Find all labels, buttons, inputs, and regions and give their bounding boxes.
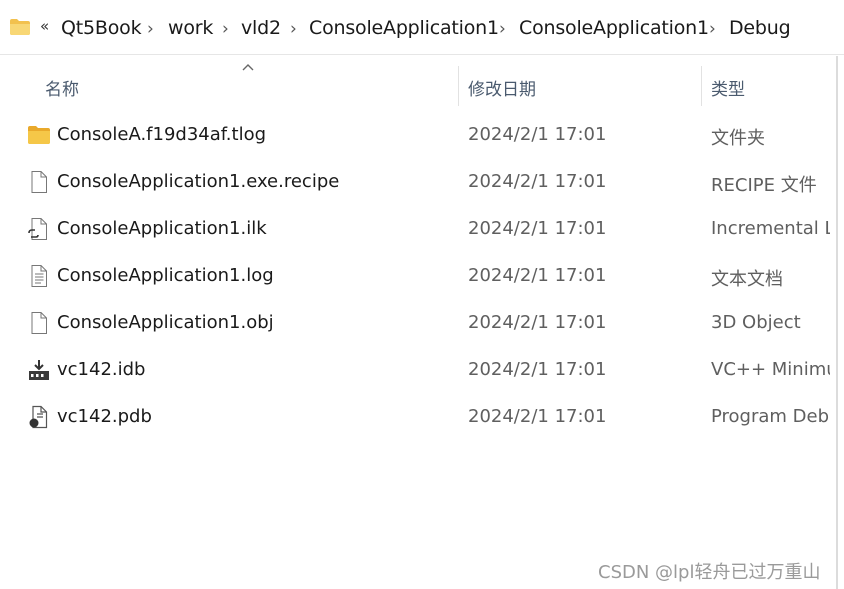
file-type: VC++ Minimum Rebuild Dependency File (711, 359, 830, 380)
breadcrumb-separator[interactable]: › (147, 19, 154, 39)
blank-file-icon (31, 171, 47, 193)
file-name: ConsoleApplication1.obj (57, 312, 274, 333)
file-type: 文本文档 (711, 269, 783, 290)
column-header-type[interactable]: 类型 (711, 75, 745, 100)
file-row[interactable]: ConsoleApplication1.exe.recipe 2024/2/1 … (0, 160, 844, 207)
file-date-modified: 2024/2/1 17:01 (468, 265, 607, 286)
breadcrumb-item-qt5book[interactable]: Qt5Book (61, 17, 142, 39)
text-document-icon (31, 265, 47, 287)
breadcrumb-item-consoleapplication1[interactable]: ConsoleApplication1 (309, 17, 499, 39)
file-type: Program Debug Database (711, 406, 830, 427)
file-name: ConsoleApplication1.exe.recipe (57, 171, 340, 192)
address-bar[interactable]: « Qt5Book › work › vld2 › ConsoleApplica… (0, 0, 844, 55)
file-date-modified: 2024/2/1 17:01 (468, 312, 607, 333)
column-header-row: 名称 修改日期 类型 (0, 56, 844, 112)
breadcrumb-separator[interactable]: › (499, 19, 506, 39)
linker-file-icon (28, 218, 47, 240)
column-divider[interactable] (701, 66, 702, 106)
file-row[interactable]: vc142.idb 2024/2/1 17:01 VC++ Minimum Re… (0, 348, 844, 395)
folder-icon (28, 126, 50, 144)
pdb-file-icon (29, 405, 48, 429)
breadcrumb-separator[interactable]: › (222, 19, 229, 39)
column-header-date-modified[interactable]: 修改日期 (468, 75, 536, 100)
folder-icon (10, 19, 30, 35)
file-date-modified: 2024/2/1 17:01 (468, 218, 607, 239)
sort-ascending-icon (242, 64, 254, 71)
breadcrumb-item-debug[interactable]: Debug (729, 17, 791, 39)
file-name: vc142.pdb (57, 406, 152, 427)
file-row[interactable]: ConsoleApplication1.log 2024/2/1 17:01 文… (0, 254, 844, 301)
file-name: ConsoleApplication1.log (57, 265, 274, 286)
file-name: vc142.idb (57, 359, 146, 380)
watermark: CSDN @lpl轻舟已过万重山 (598, 562, 821, 583)
idb-file-icon (29, 360, 49, 380)
file-row[interactable]: ConsoleApplication1.obj 2024/2/1 17:01 3… (0, 301, 844, 348)
pane-edge (836, 56, 838, 589)
file-name: ConsoleApplication1.ilk (57, 218, 267, 239)
breadcrumb-overflow-button[interactable]: « (40, 17, 49, 35)
file-date-modified: 2024/2/1 17:01 (468, 124, 607, 145)
column-header-name[interactable]: 名称 (45, 75, 79, 100)
file-row[interactable]: ConsoleApplication1.ilk 2024/2/1 17:01 I… (0, 207, 844, 254)
file-type: 3D Object (711, 312, 801, 333)
file-row[interactable]: ConsoleA.f19d34af.tlog 2024/2/1 17:01 文件… (0, 113, 844, 160)
file-date-modified: 2024/2/1 17:01 (468, 359, 607, 380)
file-type: RECIPE 文件 (711, 175, 817, 196)
column-divider[interactable] (458, 66, 459, 106)
file-type: 文件夹 (711, 128, 765, 149)
breadcrumb-item-consoleapplication1-sub[interactable]: ConsoleApplication1 (519, 17, 709, 39)
file-date-modified: 2024/2/1 17:01 (468, 406, 607, 427)
breadcrumb-item-vld2[interactable]: vld2 (241, 17, 281, 39)
breadcrumb-separator[interactable]: › (290, 19, 297, 39)
blank-file-icon (31, 312, 47, 334)
file-name: ConsoleA.f19d34af.tlog (57, 124, 267, 145)
breadcrumb-separator[interactable]: › (709, 19, 716, 39)
file-type: Incremental Linker File (711, 218, 830, 239)
file-date-modified: 2024/2/1 17:01 (468, 171, 607, 192)
breadcrumb-item-work[interactable]: work (168, 17, 213, 39)
file-row[interactable]: vc142.pdb 2024/2/1 17:01 Program Debug D… (0, 395, 844, 442)
